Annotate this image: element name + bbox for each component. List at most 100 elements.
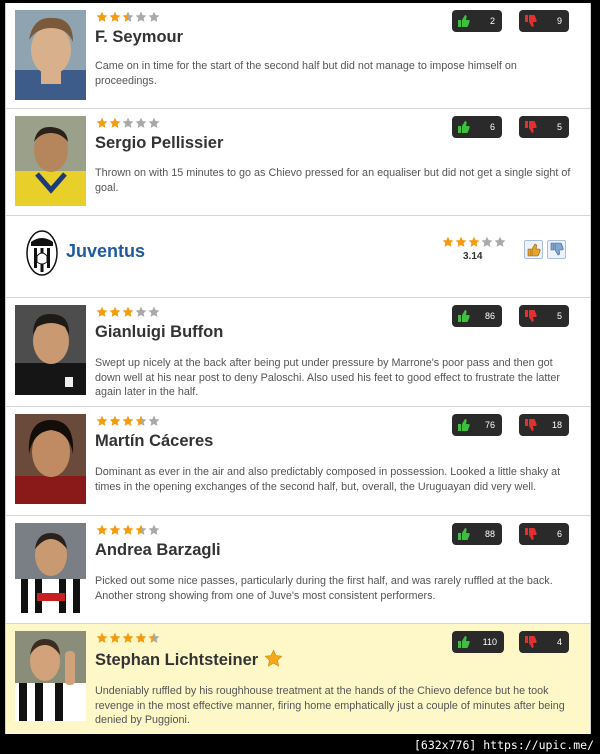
star-icon bbox=[135, 117, 147, 128]
star-icon bbox=[122, 117, 134, 128]
player-row-highlighted: Stephan Lichtsteiner 110 4 Undeniably ru… bbox=[6, 624, 590, 734]
vote-up-button[interactable]: 76 bbox=[452, 414, 502, 436]
star-icon bbox=[96, 117, 108, 128]
player-comment: Undeniably ruffled by his roughhouse tre… bbox=[95, 685, 565, 726]
player-row: Martín Cáceres 76 18 Dominant as ever in… bbox=[6, 407, 590, 516]
thumb-up-icon bbox=[456, 14, 470, 28]
vote-down-button[interactable]: 9 bbox=[519, 10, 569, 32]
juventus-crest-icon bbox=[26, 230, 58, 276]
footer-text: [632x776] https://upic.me/ bbox=[413, 738, 594, 752]
star-icon bbox=[135, 11, 147, 22]
star-icon bbox=[96, 415, 108, 426]
vote-up-button[interactable]: 110 bbox=[452, 631, 504, 653]
player-photo bbox=[15, 523, 86, 613]
rating-stars bbox=[96, 632, 160, 644]
star-icon bbox=[122, 11, 134, 22]
star-icon bbox=[135, 524, 147, 535]
player-photo bbox=[15, 10, 86, 100]
thumb-down-icon bbox=[523, 418, 537, 432]
player-photo bbox=[15, 414, 86, 504]
star-icon bbox=[109, 306, 121, 317]
team-header-row: Juventus 3.14 bbox=[6, 216, 590, 298]
vote-down-button[interactable]: 18 bbox=[519, 414, 569, 436]
star-icon bbox=[148, 632, 160, 643]
star-icon bbox=[148, 117, 160, 128]
rating-stars bbox=[96, 415, 160, 427]
rating-stars bbox=[96, 524, 160, 536]
team-rating-stars bbox=[442, 236, 506, 248]
player-name: Andrea Barzagli bbox=[95, 541, 221, 559]
star-icon bbox=[148, 11, 160, 22]
man-of-match-star-icon bbox=[264, 649, 283, 667]
player-ratings-panel: F. Seymour 2 9 Came on in time for the s… bbox=[5, 3, 591, 734]
star-icon bbox=[468, 236, 480, 247]
thumb-up-icon bbox=[456, 309, 470, 323]
star-icon bbox=[96, 632, 108, 643]
team-dislike-button[interactable] bbox=[547, 240, 566, 259]
thumb-down-icon bbox=[550, 242, 564, 256]
vote-up-button[interactable]: 6 bbox=[452, 116, 502, 138]
star-icon bbox=[96, 524, 108, 535]
rating-stars bbox=[96, 11, 160, 23]
team-name: Juventus bbox=[66, 241, 146, 261]
vote-up-button[interactable]: 86 bbox=[452, 305, 502, 327]
star-icon bbox=[122, 524, 134, 535]
team-average-rating: 3.14 bbox=[463, 251, 483, 262]
vote-down-button[interactable]: 6 bbox=[519, 523, 569, 545]
rating-stars bbox=[96, 306, 160, 318]
player-photo bbox=[15, 305, 86, 395]
player-comment: Swept up nicely at the back after being … bbox=[95, 357, 560, 398]
star-icon bbox=[96, 306, 108, 317]
image-host-footer: [632x776] https://upic.me/ bbox=[0, 735, 600, 754]
player-row: Gianluigi Buffon 86 5 Swept up nicely at… bbox=[6, 298, 590, 407]
star-icon bbox=[109, 524, 121, 535]
star-icon bbox=[455, 236, 467, 247]
star-icon bbox=[148, 306, 160, 317]
thumb-down-icon bbox=[523, 14, 537, 28]
star-icon bbox=[494, 236, 506, 247]
star-icon bbox=[135, 632, 147, 643]
thumb-down-icon bbox=[523, 527, 537, 541]
star-icon bbox=[135, 306, 147, 317]
thumb-up-icon bbox=[456, 120, 470, 134]
thumb-up-icon bbox=[527, 243, 541, 257]
player-name: Sergio Pellissier bbox=[95, 134, 224, 152]
star-icon bbox=[122, 632, 134, 643]
thumb-up-icon bbox=[456, 527, 470, 541]
thumb-down-icon bbox=[523, 309, 537, 323]
star-icon bbox=[122, 306, 134, 317]
player-row: Sergio Pellissier 6 5 Thrown on with 15 … bbox=[6, 109, 590, 216]
star-icon bbox=[109, 415, 121, 426]
player-row: Andrea Barzagli 88 6 Picked out some nic… bbox=[6, 516, 590, 624]
player-comment: Dominant as ever in the air and also pre… bbox=[95, 466, 561, 493]
team-like-button[interactable] bbox=[524, 240, 543, 259]
player-name: Martín Cáceres bbox=[95, 432, 214, 450]
vote-up-button[interactable]: 88 bbox=[452, 523, 502, 545]
vote-up-button[interactable]: 2 bbox=[452, 10, 502, 32]
star-icon bbox=[135, 415, 147, 426]
star-icon bbox=[109, 11, 121, 22]
player-photo bbox=[15, 631, 86, 721]
vote-down-button[interactable]: 5 bbox=[519, 305, 569, 327]
vote-down-button[interactable]: 5 bbox=[519, 116, 569, 138]
star-icon bbox=[109, 117, 121, 128]
thumb-up-icon bbox=[456, 635, 470, 649]
thumb-up-icon bbox=[456, 418, 470, 432]
star-icon bbox=[442, 236, 454, 247]
player-comment: Came on in time for the start of the sec… bbox=[95, 60, 517, 87]
player-name: Gianluigi Buffon bbox=[95, 323, 224, 341]
rating-stars bbox=[96, 117, 160, 129]
player-row: F. Seymour 2 9 Came on in time for the s… bbox=[6, 3, 590, 109]
thumb-down-icon bbox=[523, 120, 537, 134]
star-icon bbox=[148, 524, 160, 535]
vote-down-button[interactable]: 4 bbox=[519, 631, 569, 653]
player-name: F. Seymour bbox=[95, 28, 184, 46]
player-comment: Picked out some nice passes, particularl… bbox=[95, 575, 553, 602]
star-icon bbox=[481, 236, 493, 247]
star-icon bbox=[122, 415, 134, 426]
player-comment: Thrown on with 15 minutes to go as Chiev… bbox=[95, 167, 571, 194]
star-icon bbox=[109, 632, 121, 643]
thumb-down-icon bbox=[523, 635, 537, 649]
star-icon bbox=[148, 415, 160, 426]
player-photo bbox=[15, 116, 86, 206]
